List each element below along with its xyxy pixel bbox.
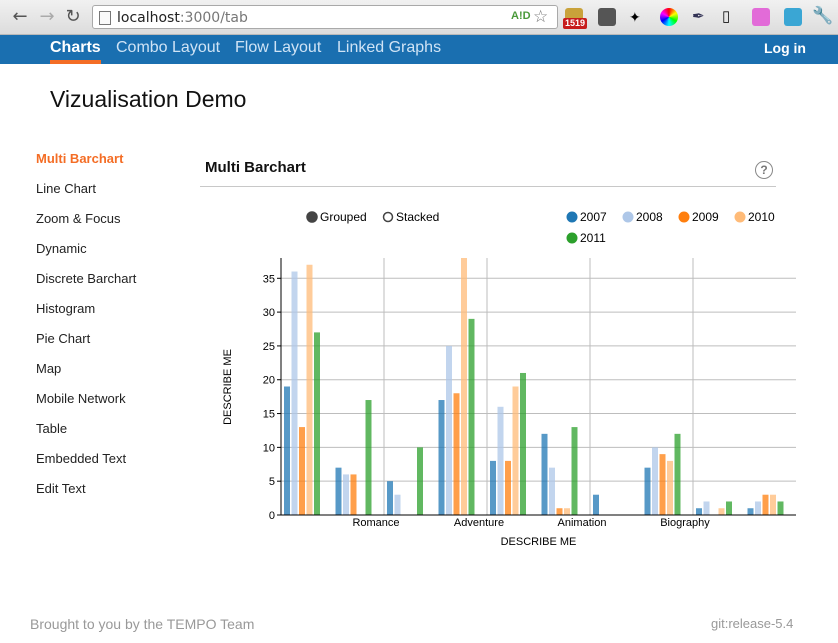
bar-2009-action[interactable]	[556, 508, 563, 515]
bar-2008-drama[interactable]	[343, 474, 349, 515]
footer-version: git:release-5.4	[711, 616, 794, 631]
bar-2008-horror[interactable]	[652, 447, 658, 515]
bar-2010-action[interactable]	[564, 508, 570, 515]
legend-label-2008[interactable]: 2008	[636, 210, 663, 224]
bar-2010-fantasy[interactable]	[770, 494, 776, 515]
bar-2011-action[interactable]	[571, 427, 578, 515]
legend-marker-2007[interactable]	[566, 211, 578, 223]
stacked-radio[interactable]	[382, 211, 394, 223]
bar-2011-romance[interactable]	[417, 447, 423, 515]
bar-2008-romance[interactable]	[394, 494, 401, 515]
legend-label-2009[interactable]: 2009	[692, 210, 719, 224]
bar-2009-adventure[interactable]	[505, 460, 511, 515]
bar-2007-romance[interactable]	[387, 481, 393, 515]
grouped-radio[interactable]	[306, 211, 318, 223]
bar-2011-adventure[interactable]	[520, 372, 526, 515]
bar-2010-adventure[interactable]	[512, 386, 519, 516]
bar-2007-adventure[interactable]	[490, 460, 496, 515]
bar-2011-drama[interactable]	[365, 400, 372, 515]
bar-2008-comedy[interactable]	[291, 271, 298, 515]
legend-label-2007[interactable]: 2007	[580, 210, 607, 224]
legend-label-2010[interactable]: 2010	[748, 210, 775, 224]
y-tick-label: 15	[263, 409, 275, 421]
x-tick-label: Romance	[352, 517, 399, 529]
bar-2007-drama[interactable]	[335, 467, 342, 515]
bar-2008-action[interactable]	[549, 467, 555, 515]
legend-marker-2010[interactable]	[734, 211, 746, 223]
bar-2011-thriller[interactable]	[468, 318, 475, 515]
bar-2007-fantasy[interactable]	[747, 508, 754, 515]
bar-2008-adventure[interactable]	[497, 406, 504, 515]
y-tick-label: 25	[263, 341, 275, 353]
x-axis-label: DESCRIBE ME	[501, 536, 577, 548]
bar-2007-comedy[interactable]	[284, 386, 290, 516]
bar-2010-comedy[interactable]	[306, 264, 313, 515]
stacked-label[interactable]: Stacked	[396, 210, 439, 224]
bar-2011-biography[interactable]	[726, 501, 732, 515]
bar-2009-fantasy[interactable]	[762, 494, 769, 515]
bar-2007-biography[interactable]	[696, 508, 702, 515]
bar-2009-drama[interactable]	[350, 474, 357, 515]
y-tick-label: 10	[263, 442, 275, 454]
bar-2009-horror[interactable]	[659, 454, 666, 515]
bar-2008-biography[interactable]	[703, 501, 710, 515]
bar-2007-thriller[interactable]	[438, 400, 445, 515]
bar-2007-animation[interactable]	[593, 494, 599, 515]
bar-2008-thriller[interactable]	[446, 345, 452, 515]
bar-2009-comedy[interactable]	[299, 427, 305, 515]
y-axis-label: DESCRIBE ME	[222, 349, 234, 425]
legend-marker-2008[interactable]	[622, 211, 634, 223]
y-tick-label: 35	[263, 273, 275, 285]
y-tick-label: 30	[263, 307, 275, 319]
x-tick-label: Adventure	[454, 517, 504, 529]
multi-barchart: 0 5 10 15 20 25 30 35 Romance Adventure Animation B…	[222, 210, 796, 548]
bar-2007-horror[interactable]	[644, 467, 651, 515]
legend-label-2011[interactable]: 2011	[580, 231, 606, 245]
bar-2011-horror[interactable]	[674, 433, 681, 515]
x-tick-label: Biography	[660, 517, 710, 529]
bar-2010-horror[interactable]	[667, 460, 673, 515]
bar-2010-biography[interactable]	[718, 508, 725, 515]
y-tick-label: 0	[269, 510, 275, 522]
footer-credit: Brought to you by the TEMPO Team	[30, 616, 255, 632]
grouped-label[interactable]: Grouped	[320, 210, 367, 224]
y-tick-label: 5	[269, 476, 275, 488]
bar-2008-fantasy[interactable]	[755, 501, 761, 515]
legend-marker-2011[interactable]	[566, 232, 578, 244]
legend-marker-2009[interactable]	[678, 211, 690, 223]
bar-2011-comedy[interactable]	[314, 332, 320, 515]
bar-2007-action[interactable]	[541, 433, 548, 515]
x-tick-label: Animation	[558, 517, 607, 529]
bar-2009-thriller[interactable]	[453, 393, 460, 515]
y-tick-label: 20	[263, 375, 275, 387]
bar-2010-thriller[interactable]	[461, 258, 467, 515]
bar-2011-fantasy[interactable]	[777, 501, 784, 515]
